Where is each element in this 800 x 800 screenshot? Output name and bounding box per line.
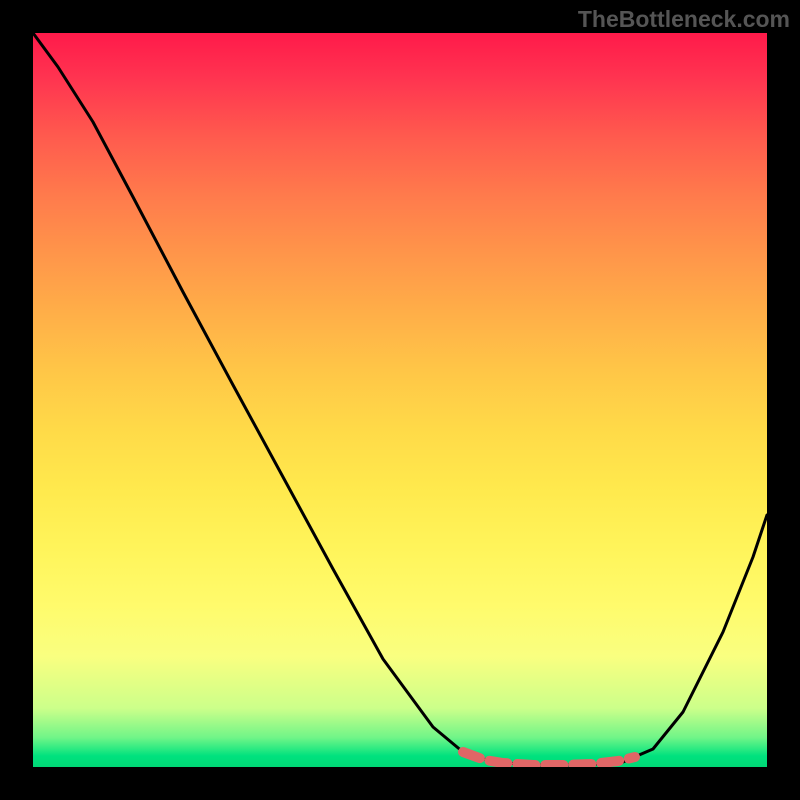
plot-area	[33, 33, 767, 767]
series-highlight-segment	[463, 752, 635, 765]
series-main-curve	[33, 33, 767, 765]
chart-svg	[33, 33, 767, 767]
chart-container: TheBottleneck.com	[0, 0, 800, 800]
watermark-text: TheBottleneck.com	[578, 6, 790, 33]
